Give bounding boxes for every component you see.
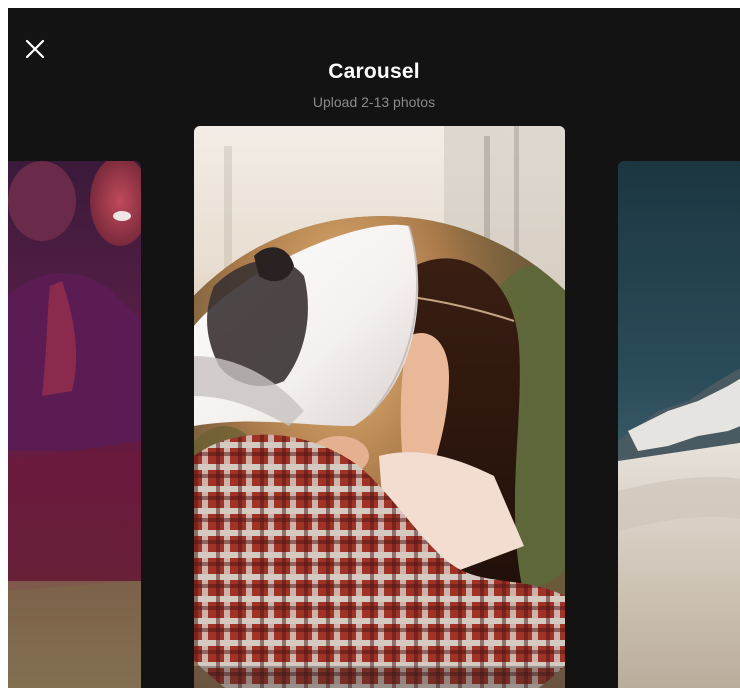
party-photo-image bbox=[8, 161, 141, 688]
carousel-card-next[interactable] bbox=[618, 161, 740, 688]
close-icon bbox=[25, 39, 45, 59]
close-button[interactable] bbox=[22, 36, 48, 62]
page-title: Carousel bbox=[328, 60, 420, 83]
mountain-photo-image bbox=[618, 161, 740, 688]
page-subtitle: Upload 2-13 photos bbox=[312, 94, 436, 110]
woman-photo-image bbox=[194, 126, 565, 688]
carousel-screen: Carousel Upload 2-13 photos bbox=[8, 8, 740, 688]
carousel-card-previous[interactable] bbox=[8, 161, 141, 688]
carousel-card-current[interactable] bbox=[194, 126, 565, 688]
